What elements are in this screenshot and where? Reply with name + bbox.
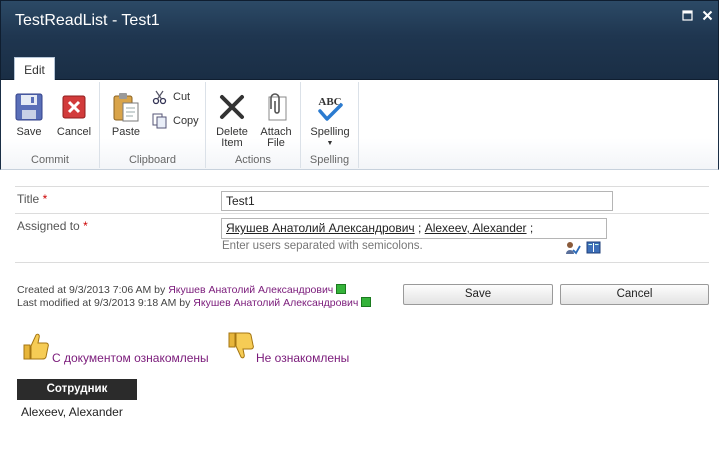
close-icon[interactable] xyxy=(701,10,714,23)
ribbon-spelling-label: Spelling xyxy=(310,126,350,138)
title-input[interactable]: Test1 xyxy=(221,191,613,211)
ribbon-group-spelling-label: Spelling xyxy=(309,154,350,166)
assigned-user-1[interactable]: Якушев Анатолий Александрович xyxy=(226,221,415,235)
thumbs-up-icon[interactable] xyxy=(22,331,50,364)
required-mark: * xyxy=(42,192,48,206)
created-by-user[interactable]: Якушев Анатолий Александрович xyxy=(168,284,333,296)
assigned-hint: Enter users separated with semicolons. xyxy=(222,240,423,252)
ribbon-spelling-button[interactable]: ABC Spelling ▼ xyxy=(306,91,354,147)
not-acknowledged-link[interactable]: Не ознакомлены xyxy=(256,351,349,365)
ribbon-cancel-label: Cancel xyxy=(56,126,92,138)
form-divider-bottom xyxy=(15,262,709,263)
ribbon-copy-label: Copy xyxy=(173,115,199,127)
dialog-title: TestReadList - Test1 xyxy=(15,12,160,29)
chevron-down-icon: ▼ xyxy=(326,140,334,147)
ribbon-delete-label-2: Item xyxy=(221,137,243,149)
ribbon-copy-button[interactable]: Copy xyxy=(152,113,199,129)
spellcheck-icon: ABC xyxy=(318,96,343,121)
ribbon-attach-file-button[interactable]: Attach File xyxy=(256,91,296,149)
presence-icon xyxy=(336,284,347,294)
ribbon-save-button[interactable]: Save xyxy=(10,91,48,138)
title-label-text: Title xyxy=(17,192,40,206)
user-separator: ; xyxy=(529,221,534,235)
check-names-icon[interactable] xyxy=(565,241,581,258)
acknowledged-link[interactable]: С документом ознакомлены xyxy=(52,351,209,365)
maximize-icon[interactable] xyxy=(681,10,694,23)
ribbon-paste-label: Paste xyxy=(111,126,141,138)
save-icon xyxy=(15,93,43,121)
ribbon-cut-label: Cut xyxy=(173,91,191,103)
created-prefix: Created at 9/3/2013 7:06 AM by xyxy=(17,284,166,296)
ribbon-cut-button[interactable]: Cut xyxy=(152,89,190,105)
ribbon-delete-item-button[interactable]: Delete Item xyxy=(212,91,252,149)
assigned-user-2[interactable]: Alexeev, Alexander xyxy=(425,221,527,235)
required-mark: * xyxy=(83,219,88,233)
save-button[interactable]: Save xyxy=(403,284,553,305)
assigned-to-field-label: Assigned to * xyxy=(17,219,88,233)
modified-info: Last modified at 9/3/2013 9:18 AM by Яку… xyxy=(17,297,372,309)
ribbon-group-commit-label: Commit xyxy=(31,154,69,166)
cancel-button[interactable]: Cancel xyxy=(560,284,709,305)
assigned-label-text: Assigned to xyxy=(17,219,80,233)
thumbs-down-icon[interactable] xyxy=(227,331,255,364)
title-field-label: Title * xyxy=(17,192,47,206)
scissors-icon xyxy=(152,90,167,105)
dialog-titlebar: TestReadList - Test1 Edit xyxy=(0,0,719,81)
ribbon-save-label: Save xyxy=(16,126,42,138)
title-input-value: Test1 xyxy=(226,194,255,208)
table-row: Alexeev, Alexander xyxy=(21,405,123,419)
ribbon-group-actions-label: Actions xyxy=(234,154,272,166)
ribbon-group-actions: Delete Item Attach File Actions xyxy=(206,82,301,168)
delete-icon xyxy=(220,95,244,119)
cancel-icon xyxy=(62,95,86,119)
ribbon: Save Cancel Commit Paste Cut Copy Clipbo… xyxy=(0,80,719,170)
paperclip-icon xyxy=(268,93,287,121)
ribbon-group-spelling: ABC Spelling ▼ Spelling xyxy=(301,82,359,168)
ribbon-group-clipboard-label: Clipboard xyxy=(128,154,177,166)
paste-icon xyxy=(113,93,139,122)
ribbon-paste-button[interactable]: Paste xyxy=(106,91,146,138)
ribbon-group-clipboard: Paste Cut Copy Clipboard xyxy=(100,82,206,168)
modified-by-user[interactable]: Якушев Анатолий Александрович xyxy=(193,297,358,309)
copy-icon xyxy=(152,113,167,129)
form-divider-title xyxy=(15,213,709,214)
tab-edit[interactable]: Edit xyxy=(14,57,55,81)
user-separator: ; xyxy=(418,221,422,235)
form-divider-top xyxy=(15,186,709,187)
created-info: Created at 9/3/2013 7:06 AM by Якушев Ан… xyxy=(17,284,347,296)
ribbon-attach-label-2: File xyxy=(267,137,285,149)
presence-icon xyxy=(361,297,372,307)
modified-prefix: Last modified at 9/3/2013 9:18 AM by xyxy=(17,297,191,309)
address-book-icon[interactable] xyxy=(586,241,601,257)
employee-column-header: Сотрудник xyxy=(17,379,137,400)
assigned-to-people-picker[interactable]: Якушев Анатолий Александрович ; Alexeev,… xyxy=(221,218,607,239)
ribbon-cancel-button[interactable]: Cancel xyxy=(54,91,94,138)
ribbon-group-commit: Save Cancel Commit xyxy=(1,82,100,168)
